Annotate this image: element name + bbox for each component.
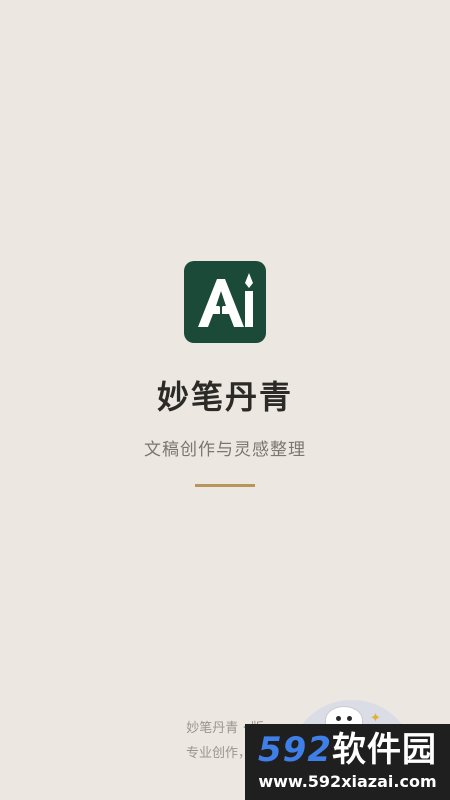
watermark-brand: 592软件园	[245, 730, 450, 770]
watermark-brand-number: 592	[258, 730, 332, 770]
app-name: 妙笔丹青	[156, 378, 293, 416]
watermark-url: www.592xiazai.com	[258, 772, 437, 791]
accent-divider	[195, 484, 255, 487]
watermark-brand-text: 软件园	[331, 730, 437, 770]
app-tagline: 文稿创作与灵感整理	[144, 440, 306, 460]
app-logo-icon	[184, 261, 266, 343]
pen-nib-ai-logo-icon	[198, 273, 253, 327]
splash-screen: 妙笔丹青 文稿创作与灵感整理 妙笔丹青 · 版 专业创作，思 ✦ 592软件园 …	[0, 0, 450, 800]
watermark-592: 592软件园 www.592xiazai.com	[245, 724, 450, 800]
